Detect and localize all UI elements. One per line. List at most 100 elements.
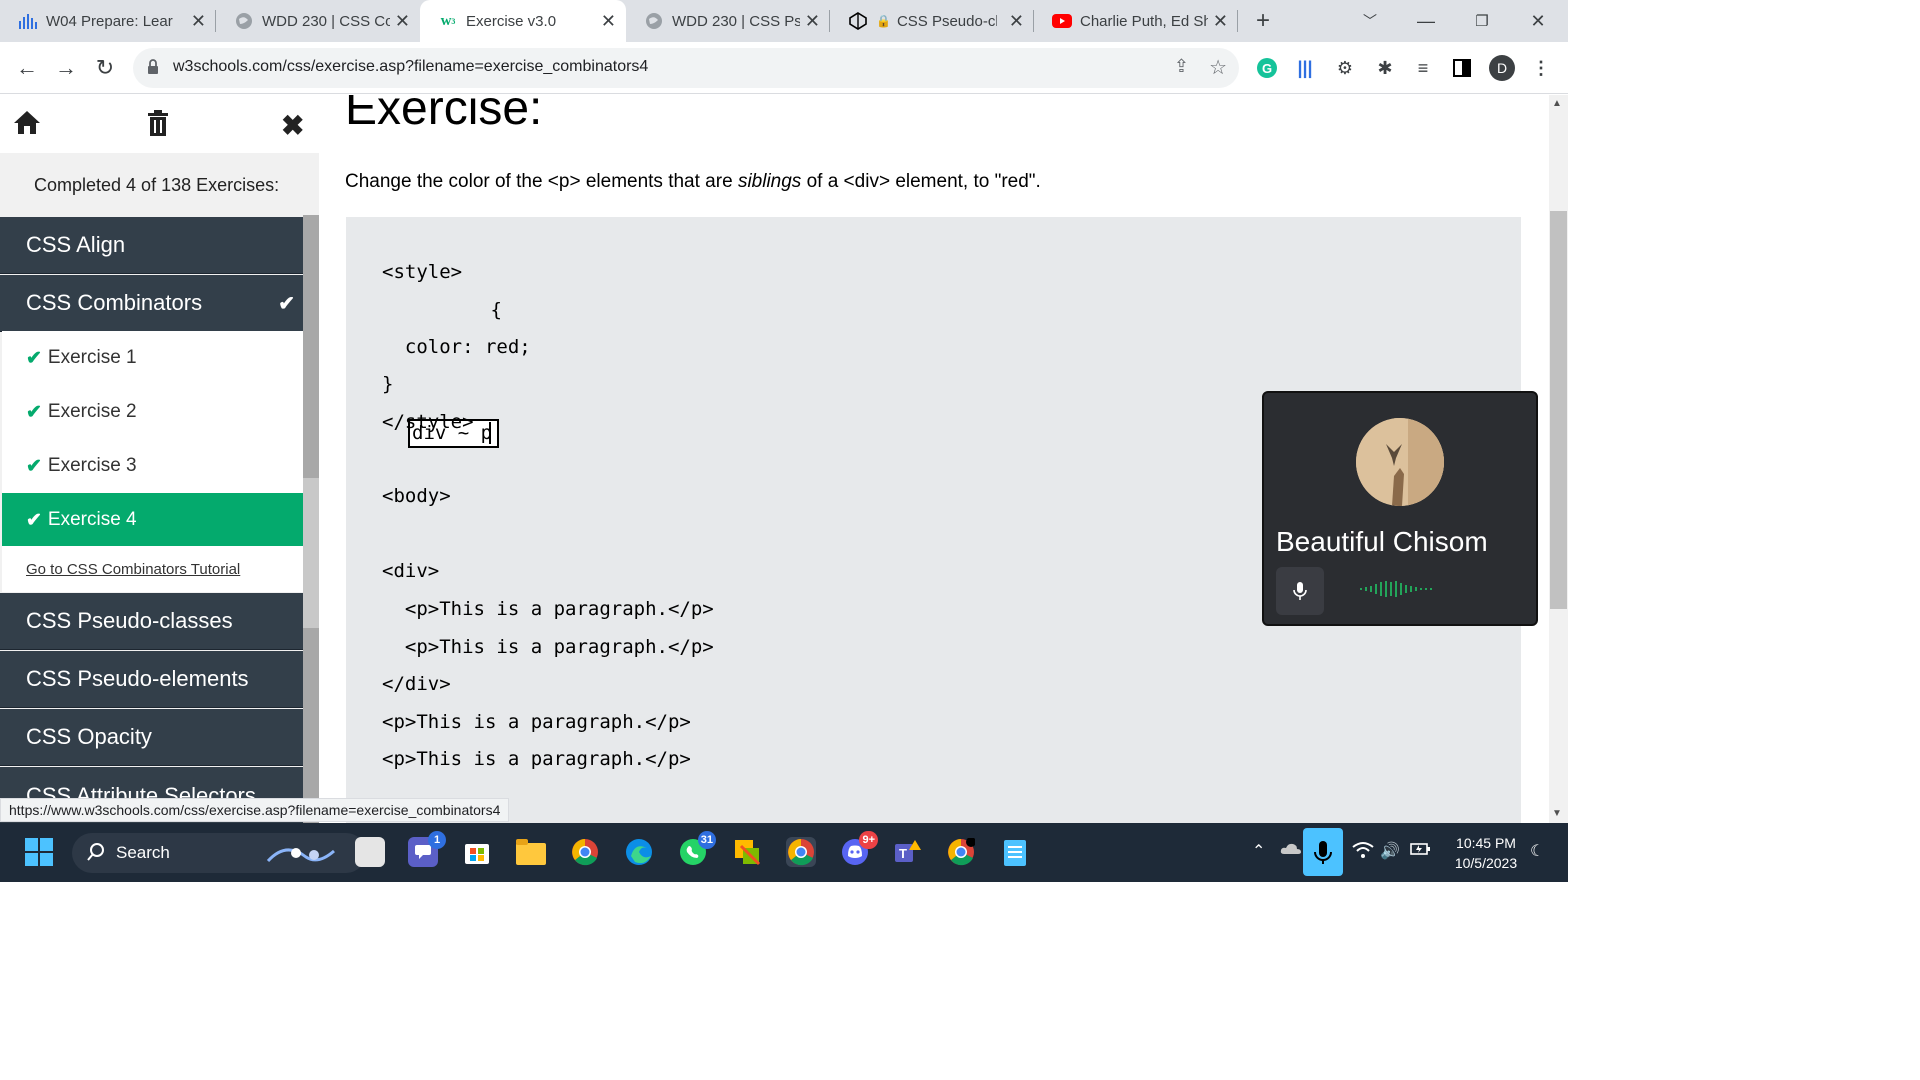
close-icon[interactable]: ✕ [1009, 11, 1024, 32]
discord-icon[interactable]: 9+ [840, 831, 878, 867]
tab-wdd230-css-ps[interactable]: WDD 230 | CSS Ps ✕ [626, 0, 830, 42]
window-close-button[interactable]: ✕ [1510, 0, 1566, 42]
reload-button[interactable]: ↻ [89, 52, 121, 84]
battery-icon[interactable] [1410, 841, 1432, 862]
bookmark-star-icon[interactable]: ☆ [1209, 55, 1227, 80]
windows-start-icon[interactable] [24, 837, 54, 867]
tab-wdd230-css-co[interactable]: WDD 230 | CSS Co ✕ [216, 0, 420, 42]
tab-title: Charlie Puth, Ed Sh [1080, 12, 1208, 30]
page-scrollbar-thumb[interactable] [1550, 211, 1567, 609]
task-view-icon[interactable] [355, 837, 385, 867]
lock-icon [147, 59, 159, 80]
canvas-icon [18, 11, 38, 31]
wifi-icon[interactable] [1352, 841, 1374, 864]
tab-w04-prepare[interactable]: W04 Prepare: Lear ✕ [0, 0, 216, 42]
tab-search-button[interactable]: ﹀ [1342, 0, 1398, 42]
new-tab-button[interactable]: + [1238, 0, 1288, 42]
code-line: <p>This is a paragraph.</p> [382, 711, 691, 733]
chrome-alt-icon[interactable] [946, 837, 976, 867]
close-icon[interactable]: ✕ [1213, 11, 1228, 32]
tab-youtube[interactable]: Charlie Puth, Ed Sh ✕ [1034, 0, 1238, 42]
codepen-icon [848, 11, 868, 31]
address-bar[interactable]: w3schools.com/css/exercise.asp?filename=… [133, 48, 1239, 88]
share-icon[interactable]: ⇪ [1174, 56, 1189, 77]
category-css-combinators[interactable]: CSS Combinators ✔ [0, 275, 303, 332]
exercise-item-2[interactable]: ✔ Exercise 2 [2, 385, 303, 439]
side-panel-icon[interactable] [1449, 55, 1475, 81]
text-cursor: ​ [489, 422, 492, 444]
notification-badge: 31 [697, 831, 716, 849]
search-label: Search [116, 843, 170, 862]
w3schools-icon: w3 [440, 12, 456, 29]
status-url: https://www.w3schools.com/css/exercise.a… [0, 798, 510, 822]
grammarly-icon[interactable]: G [1254, 55, 1280, 81]
notification-moon-icon[interactable]: ☾ [1530, 841, 1544, 861]
tutorial-link[interactable]: Go to CSS Combinators Tutorial [2, 546, 303, 592]
whatsapp-icon[interactable]: 31 [678, 831, 716, 867]
chrome-profile-icon[interactable] [786, 837, 816, 867]
show-hidden-icons-chevron-icon[interactable]: ⌃ [1252, 841, 1265, 861]
exercise-label: Exercise 2 [47, 401, 137, 422]
tab-css-pseudo[interactable]: 🔒 CSS Pseudo-cl ✕ [830, 0, 1034, 42]
menu-icon[interactable]: ⋮ [1528, 55, 1554, 81]
code-line: } [382, 373, 394, 395]
category-css-align[interactable]: CSS Align [0, 217, 303, 274]
chrome-icon[interactable] [570, 837, 600, 867]
gear-extension-icon[interactable]: ⚙ [1332, 55, 1358, 81]
close-icon[interactable]: ✕ [191, 11, 206, 32]
close-icon[interactable]: ✖ [281, 109, 304, 142]
scroll-down-arrow-icon[interactable]: ▼ [1552, 808, 1562, 819]
notification-badge: 9+ [859, 831, 878, 849]
exercise-item-3[interactable]: ✔ Exercise 3 [2, 439, 303, 493]
instruction-emphasis: siblings [737, 171, 802, 192]
exercise-item-4[interactable]: ✔ Exercise 4 [2, 493, 303, 547]
teams-icon[interactable]: T [892, 837, 922, 867]
scroll-up-arrow-icon[interactable]: ▲ [1552, 98, 1562, 109]
progress-text: Completed 4 of 138 Exercises: [0, 153, 319, 217]
globe-icon [234, 11, 254, 31]
voice-call-overlay[interactable]: Beautiful Chisom [1262, 391, 1538, 626]
restore-button[interactable]: ❐ [1454, 0, 1510, 42]
system-clock[interactable]: 10:45 PM 10/5/2023 [1446, 833, 1526, 873]
onedrive-icon[interactable] [1280, 841, 1302, 860]
exercise-item-1[interactable]: ✔ Exercise 1 [2, 331, 303, 385]
category-css-pseudo-classes[interactable]: CSS Pseudo-classes [0, 593, 303, 650]
tab-title: WDD 230 | CSS Ps [672, 12, 800, 30]
tab-exercise[interactable]: w3 Exercise v3.0 ✕ [420, 0, 626, 42]
back-button[interactable]: ← [11, 52, 43, 84]
code-line: </div> [382, 673, 451, 695]
puzzle-icon[interactable]: ✱ [1372, 55, 1398, 81]
edge-icon[interactable] [624, 837, 654, 867]
category-css-opacity[interactable]: CSS Opacity [0, 709, 303, 766]
close-icon[interactable]: ✕ [601, 11, 616, 32]
category-label: CSS Pseudo-elements [26, 666, 249, 691]
globe-icon [644, 11, 664, 31]
microphone-icon[interactable] [1276, 567, 1324, 615]
notepad-icon[interactable] [1000, 837, 1030, 867]
caller-name: Beautiful Chisom [1276, 526, 1488, 557]
clock-date: 10/5/2023 [1454, 855, 1518, 871]
sidebar-scrollbar-thumb[interactable] [303, 478, 319, 628]
tab-title: Exercise v3.0 [466, 12, 557, 30]
taskbar-search[interactable]: Search [72, 833, 366, 873]
file-explorer-icon[interactable] [516, 837, 546, 867]
extension-bars-icon[interactable]: ||| [1292, 55, 1318, 81]
home-icon[interactable] [13, 109, 41, 142]
forward-button[interactable]: → [50, 52, 82, 84]
minimize-button[interactable]: — [1398, 0, 1454, 42]
trash-icon[interactable] [146, 109, 170, 144]
microsoft-store-icon[interactable] [462, 837, 492, 867]
checkmark-icon: ✔ [26, 509, 42, 531]
tab-strip: W04 Prepare: Lear ✕ WDD 230 | CSS Co ✕ w… [0, 0, 1568, 42]
svg-text:T: T [899, 846, 907, 861]
volume-icon[interactable]: 🔊 [1380, 841, 1400, 861]
media-queue-icon[interactable]: ≡ [1410, 55, 1436, 81]
microphone-active-icon[interactable] [1303, 828, 1343, 876]
category-label: CSS Align [26, 232, 126, 257]
category-css-pseudo-elements[interactable]: CSS Pseudo-elements [0, 651, 303, 708]
profile-avatar[interactable]: D [1489, 55, 1515, 81]
close-icon[interactable]: ✕ [805, 11, 820, 32]
sticky-app-icon[interactable] [732, 837, 762, 867]
close-icon[interactable]: ✕ [395, 11, 410, 32]
teams-chat-icon[interactable]: 1 [408, 831, 446, 867]
